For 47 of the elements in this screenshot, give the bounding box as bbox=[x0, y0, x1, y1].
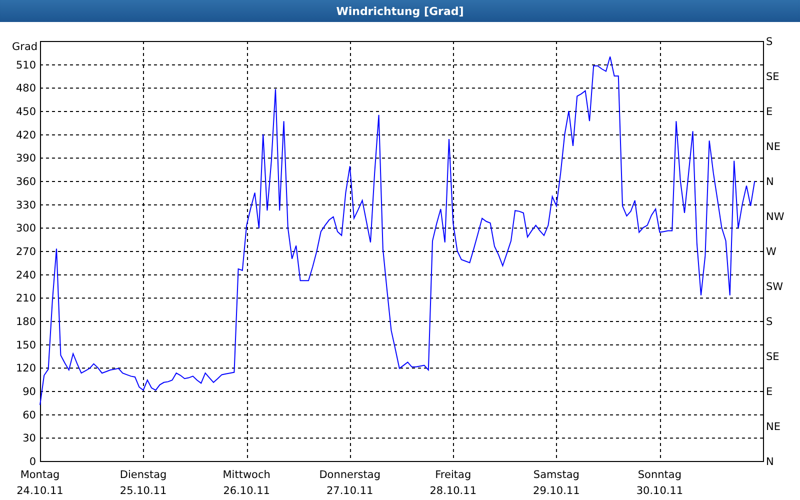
y-axis-tick-label: 30 bbox=[22, 432, 36, 445]
y-axis-tick-label: 180 bbox=[16, 316, 36, 328]
compass-direction-label: NE bbox=[766, 141, 780, 153]
y-axis-tick-label: 150 bbox=[16, 339, 36, 352]
compass-direction-label: E bbox=[766, 106, 773, 118]
compass-direction-label: S bbox=[766, 316, 773, 328]
compass-direction-label: SW bbox=[766, 281, 784, 293]
compass-direction-label: N bbox=[766, 456, 774, 468]
y-axis-tick-label: 390 bbox=[16, 152, 36, 165]
y-axis-tick-label: 0 bbox=[29, 456, 36, 468]
y-axis-tick-label: 270 bbox=[16, 246, 36, 258]
compass-direction-label: SE bbox=[766, 71, 780, 83]
y-axis-tick-label: 120 bbox=[16, 362, 36, 375]
compass-direction-label: N bbox=[766, 176, 774, 188]
y-axis-tick-label: 450 bbox=[16, 106, 36, 118]
y-axis-tick-label: 90 bbox=[22, 386, 36, 398]
x-axis-day-label: Montag bbox=[20, 469, 60, 481]
x-axis-day-label: Freitag bbox=[435, 469, 472, 481]
compass-direction-label: NW bbox=[766, 211, 784, 223]
x-axis-date-label: 30.10.11 bbox=[636, 485, 684, 497]
compass-direction-label: NE bbox=[766, 421, 780, 433]
x-axis-day-label: Mittwoch bbox=[222, 469, 270, 481]
compass-direction-label: W bbox=[766, 246, 776, 258]
x-axis-day-label: Dienstag bbox=[120, 469, 167, 481]
x-axis-date-label: 24.10.11 bbox=[16, 485, 64, 497]
y-axis-tick-label: 510 bbox=[16, 59, 36, 72]
compass-direction-label: E bbox=[766, 386, 773, 398]
y-axis-tick-label: 240 bbox=[16, 269, 36, 282]
compass-direction-label: SE bbox=[766, 351, 780, 363]
x-axis-date-label: 26.10.11 bbox=[223, 485, 270, 497]
y-axis-tick-label: 360 bbox=[16, 176, 36, 188]
x-axis-date-label: 27.10.11 bbox=[326, 485, 374, 497]
x-axis-day-label: Donnerstag bbox=[319, 469, 380, 481]
compass-direction-label: S bbox=[766, 36, 773, 48]
y-axis-tick-label: 480 bbox=[16, 82, 36, 95]
y-axis-unit-label: Grad bbox=[12, 41, 38, 53]
x-axis-date-label: 25.10.11 bbox=[120, 485, 167, 497]
y-axis-tick-label: 300 bbox=[16, 222, 36, 235]
y-axis-tick-label: 330 bbox=[16, 199, 36, 212]
x-axis-date-label: 28.10.11 bbox=[430, 485, 477, 497]
x-axis-day-label: Sonntag bbox=[638, 469, 682, 481]
x-axis-date-label: 29.10.11 bbox=[533, 485, 580, 497]
y-axis-tick-label: 420 bbox=[16, 129, 36, 142]
y-axis-tick-label: 60 bbox=[22, 409, 36, 422]
x-axis-day-label: Samstag bbox=[533, 469, 580, 481]
y-axis-tick-label: 210 bbox=[16, 292, 36, 305]
window-title: Windrichtung [Grad] bbox=[336, 4, 464, 18]
